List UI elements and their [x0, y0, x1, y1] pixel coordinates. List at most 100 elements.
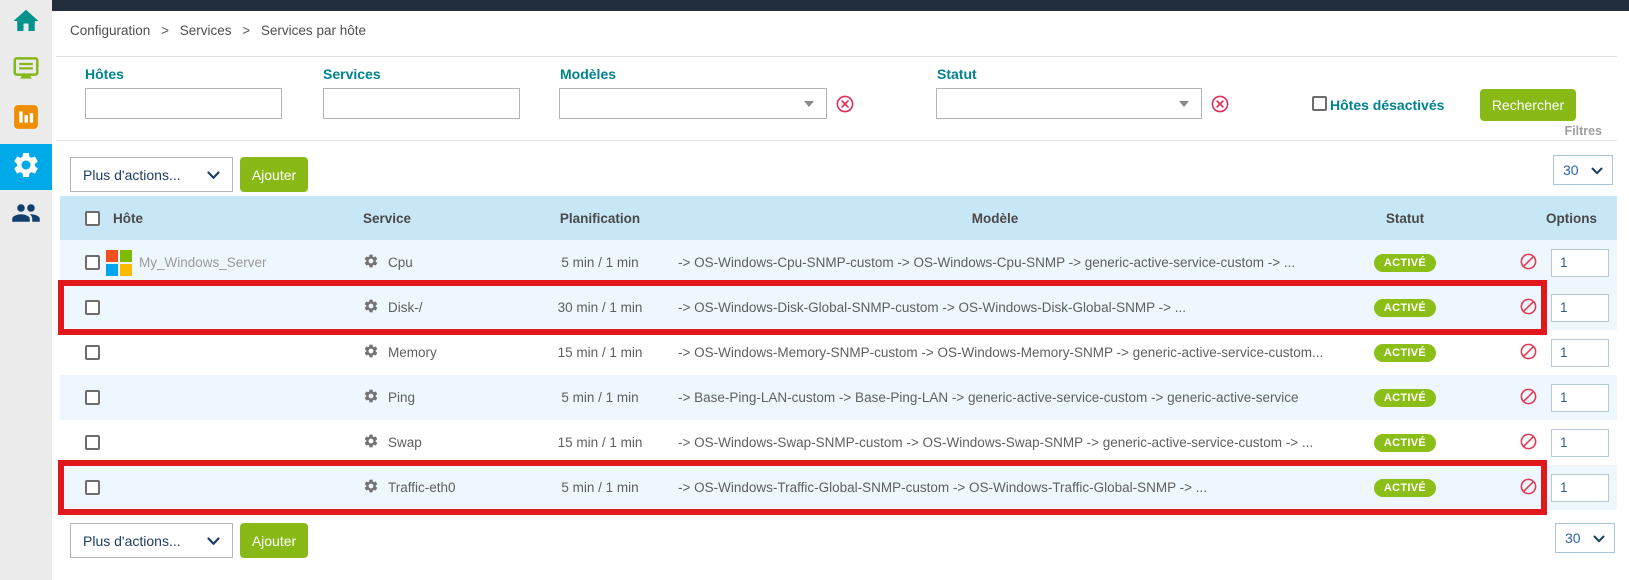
more-actions-value: Plus d'actions...: [83, 167, 181, 183]
modele-cell: -> OS-Windows-Disk-Global-SNMP-custom ->…: [660, 300, 1330, 315]
status-badge: ACTIVÉ: [1374, 299, 1436, 317]
service-gear-icon: [363, 298, 379, 317]
windows-logo-icon: [106, 250, 132, 276]
breadcrumb: Configuration > Services > Services par …: [70, 23, 366, 38]
chevron-down-icon: [207, 167, 220, 183]
row-checkbox[interactable]: [85, 300, 100, 315]
sidebar-item-reporting[interactable]: [0, 96, 52, 142]
options-count-input[interactable]: [1551, 474, 1609, 502]
breadcrumb-services-par-hote[interactable]: Services par hôte: [261, 23, 366, 38]
table-row: Ping 5 min / 1 min -> Base-Ping-LAN-cust…: [60, 375, 1617, 420]
options-count-input[interactable]: [1551, 384, 1609, 412]
options-count-input[interactable]: [1551, 429, 1609, 457]
service-name[interactable]: Swap: [388, 435, 422, 450]
templates-filter-select[interactable]: [559, 88, 827, 119]
breadcrumb-separator: >: [242, 23, 250, 38]
chevron-down-icon: [207, 533, 220, 549]
options-count-input[interactable]: [1551, 294, 1609, 322]
row-checkbox[interactable]: [85, 255, 100, 270]
table-row: Traffic-eth0 5 min / 1 min -> OS-Windows…: [60, 465, 1617, 510]
chevron-down-icon: [1593, 530, 1605, 546]
templates-clear-icon[interactable]: [836, 95, 854, 113]
table-header-row: Hôte Service Planification Modèle Statut…: [60, 196, 1617, 240]
header-service: Service: [363, 211, 411, 226]
add-button-bottom[interactable]: Ajouter: [240, 523, 308, 558]
top-bar: [52, 0, 1629, 11]
search-button[interactable]: Rechercher: [1480, 89, 1576, 121]
sidebar-item-administration[interactable]: [0, 192, 52, 238]
service-name[interactable]: Ping: [388, 390, 415, 405]
chevron-down-icon: [1591, 162, 1603, 178]
header-planification: Planification: [540, 211, 660, 226]
service-name[interactable]: Traffic-eth0: [388, 480, 456, 495]
service-gear-icon: [363, 433, 379, 452]
page-size-value: 30: [1563, 162, 1579, 178]
disable-icon[interactable]: [1519, 387, 1538, 409]
sidebar-item-monitoring[interactable]: [0, 48, 52, 94]
status-badge: ACTIVÉ: [1374, 389, 1436, 407]
service-gear-icon: [363, 478, 379, 497]
more-actions-select-top[interactable]: Plus d'actions...: [70, 157, 233, 192]
header-hote: Hôte: [113, 211, 143, 226]
hosts-filter-input[interactable]: [85, 88, 282, 119]
dropdown-triangle-icon: [1179, 101, 1189, 107]
select-all-checkbox[interactable]: [85, 211, 100, 226]
disable-icon[interactable]: [1519, 432, 1538, 454]
status-badge: ACTIVÉ: [1374, 479, 1436, 497]
disabled-hosts-checkbox[interactable]: [1312, 96, 1327, 111]
modele-cell: -> OS-Windows-Swap-SNMP-custom -> OS-Win…: [660, 435, 1330, 450]
page-size-select-bottom[interactable]: 30: [1555, 523, 1615, 553]
table-row: Disk-/ 30 min / 1 min -> OS-Windows-Disk…: [60, 285, 1617, 330]
home-icon: [11, 6, 41, 41]
status-filter-select[interactable]: [936, 88, 1202, 119]
services-by-host-page: Configuration > Services > Services par …: [0, 0, 1629, 580]
more-actions-value: Plus d'actions...: [83, 533, 181, 549]
status-badge: ACTIVÉ: [1374, 344, 1436, 362]
options-count-input[interactable]: [1551, 249, 1609, 277]
row-checkbox[interactable]: [85, 435, 100, 450]
service-name[interactable]: Disk-/: [388, 300, 423, 315]
bar-chart-icon: [11, 102, 41, 137]
planification-cell: 5 min / 1 min: [540, 390, 660, 405]
modele-cell: -> OS-Windows-Memory-SNMP-custom -> OS-W…: [660, 345, 1330, 360]
status-clear-icon[interactable]: [1211, 95, 1229, 113]
planification-cell: 5 min / 1 min: [540, 480, 660, 495]
service-name[interactable]: Cpu: [388, 255, 413, 270]
planification-cell: 5 min / 1 min: [540, 255, 660, 270]
people-icon: [11, 198, 41, 233]
breadcrumb-configuration[interactable]: Configuration: [70, 23, 150, 38]
dropdown-triangle-icon: [804, 101, 814, 107]
disable-icon[interactable]: [1519, 477, 1538, 499]
sidebar-item-configuration[interactable]: [0, 144, 52, 190]
service-name[interactable]: Memory: [388, 345, 437, 360]
disable-icon[interactable]: [1519, 297, 1538, 319]
services-table: Hôte Service Planification Modèle Statut…: [60, 196, 1617, 510]
row-checkbox[interactable]: [85, 390, 100, 405]
disabled-hosts-label: Hôtes désactivés: [1330, 97, 1444, 113]
disable-icon[interactable]: [1519, 252, 1538, 274]
row-checkbox[interactable]: [85, 345, 100, 360]
service-gear-icon: [363, 343, 379, 362]
options-count-input[interactable]: [1551, 339, 1609, 367]
gear-icon: [11, 150, 41, 185]
service-gear-icon: [363, 253, 379, 272]
breadcrumb-separator: >: [161, 23, 169, 38]
host-name[interactable]: My_Windows_Server: [139, 255, 267, 270]
modele-cell: -> Base-Ping-LAN-custom -> Base-Ping-LAN…: [660, 390, 1330, 405]
add-button-top[interactable]: Ajouter: [240, 157, 308, 192]
sidebar-item-home[interactable]: [0, 0, 52, 46]
page-size-select-top[interactable]: 30: [1553, 155, 1613, 185]
breadcrumb-services[interactable]: Services: [180, 23, 232, 38]
table-row: Memory 15 min / 1 min -> OS-Windows-Memo…: [60, 330, 1617, 375]
modele-cell: -> OS-Windows-Traffic-Global-SNMP-custom…: [660, 480, 1330, 495]
status-filter-label: Statut: [937, 66, 977, 82]
more-actions-select-bottom[interactable]: Plus d'actions...: [70, 523, 233, 558]
filters-caption: Filtres: [1480, 124, 1602, 138]
planification-cell: 15 min / 1 min: [540, 345, 660, 360]
modele-cell: -> OS-Windows-Cpu-SNMP-custom -> OS-Wind…: [660, 255, 1330, 270]
services-filter-input[interactable]: [323, 88, 520, 119]
disable-icon[interactable]: [1519, 342, 1538, 364]
row-checkbox[interactable]: [85, 480, 100, 495]
planification-cell: 30 min / 1 min: [540, 300, 660, 315]
sidebar: [0, 0, 52, 580]
